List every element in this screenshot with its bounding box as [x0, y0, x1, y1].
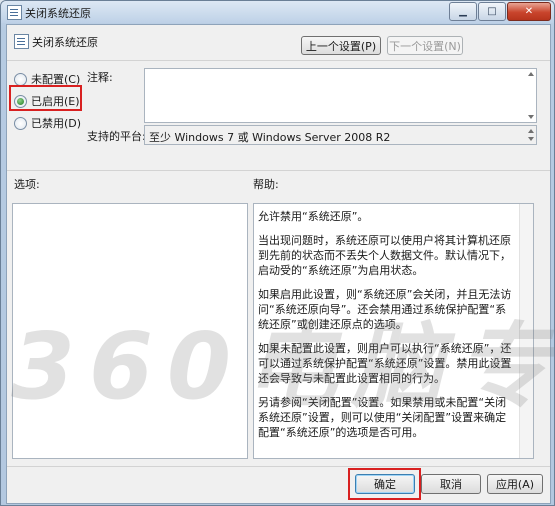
- supported-platform-value: 至少 Windows 7 或 Windows Server 2008 R2: [144, 125, 537, 145]
- help-paragraph: 允许禁用“系统还原”。: [258, 210, 369, 223]
- minimize-icon: ▁: [459, 6, 467, 17]
- previous-setting-button[interactable]: 上一个设置(P): [301, 36, 381, 55]
- maximize-button[interactable]: □: [478, 2, 506, 21]
- title-bar[interactable]: 关闭系统还原 ▁ □ ✕: [1, 1, 554, 23]
- help-paragraph: 如果未配置此设置，则用户可以执行“系统还原”，还可以通过系统保护配置“系统还原”…: [258, 342, 512, 385]
- scroll-up-icon[interactable]: [528, 72, 534, 76]
- setting-title: 关闭系统还原: [32, 36, 98, 49]
- help-scrollbar[interactable]: [519, 204, 533, 458]
- dialog-window: 关闭系统还原 ▁ □ ✕ 关闭系统还原 上一个设置(P) 下一个设置(N) 未配…: [0, 0, 555, 506]
- setting-icon: [14, 34, 29, 49]
- middle-divider: [7, 170, 550, 171]
- enabled-highlight-box: [9, 85, 82, 111]
- options-panel[interactable]: [12, 203, 248, 459]
- apply-label: 应用(A): [495, 478, 535, 491]
- dialog-content: 关闭系统还原 上一个设置(P) 下一个设置(N) 未配置(C) 已启用(E) 已…: [6, 24, 551, 504]
- window-controls: ▁ □ ✕: [448, 2, 551, 21]
- help-paragraph: 如果启用此设置，则“系统还原”会关闭，并且无法访问“系统还原向导”。还会禁用通过…: [258, 288, 512, 331]
- footer-divider: [7, 466, 550, 467]
- comment-textarea[interactable]: [144, 68, 537, 123]
- radio-disabled-icon: [14, 116, 27, 130]
- maximize-icon: □: [487, 6, 497, 17]
- minimize-button[interactable]: ▁: [449, 2, 477, 21]
- radio-disabled[interactable]: 已禁用(D): [14, 115, 81, 131]
- policy-icon: [7, 5, 22, 20]
- close-icon: ✕: [524, 6, 534, 17]
- platform-scroll-down-icon[interactable]: [528, 137, 534, 141]
- options-label: 选项:: [14, 178, 40, 191]
- radio-not-configured-icon: [14, 72, 27, 86]
- ok-button[interactable]: 确定: [355, 474, 415, 494]
- next-setting-label: 下一个设置(N): [389, 39, 461, 53]
- next-setting-button[interactable]: 下一个设置(N): [387, 36, 463, 55]
- ok-label: 确定: [374, 478, 396, 491]
- close-button[interactable]: ✕: [507, 2, 551, 21]
- apply-button[interactable]: 应用(A): [487, 474, 543, 494]
- help-text-panel[interactable]: 允许禁用“系统还原”。 当出现问题时，系统还原可以使用户将其计算机还原到先前的状…: [253, 203, 534, 459]
- previous-setting-label: 上一个设置(P): [305, 39, 377, 53]
- help-paragraph: 另请参阅“关闭配置”设置。如果禁用或未配置“关闭系统还原”设置，则可以使用“关闭…: [258, 396, 507, 439]
- supported-platform-text: 至少 Windows 7 或 Windows Server 2008 R2: [149, 131, 391, 144]
- comment-label: 注释:: [87, 71, 113, 84]
- help-paragraph: 当出现问题时，系统还原可以使用户将其计算机还原到先前的状态而不丢失个人数据文件。…: [258, 234, 511, 277]
- help-label: 帮助:: [253, 178, 279, 191]
- scroll-down-icon[interactable]: [528, 115, 534, 119]
- supported-platform-label: 支持的平台:: [87, 130, 146, 143]
- cancel-label: 取消: [440, 478, 462, 491]
- cancel-button[interactable]: 取消: [421, 474, 481, 494]
- header-divider: [7, 60, 550, 61]
- window-title: 关闭系统还原: [25, 7, 91, 20]
- radio-disabled-label: 已禁用(D): [31, 117, 82, 130]
- platform-scroll-up-icon[interactable]: [528, 129, 534, 133]
